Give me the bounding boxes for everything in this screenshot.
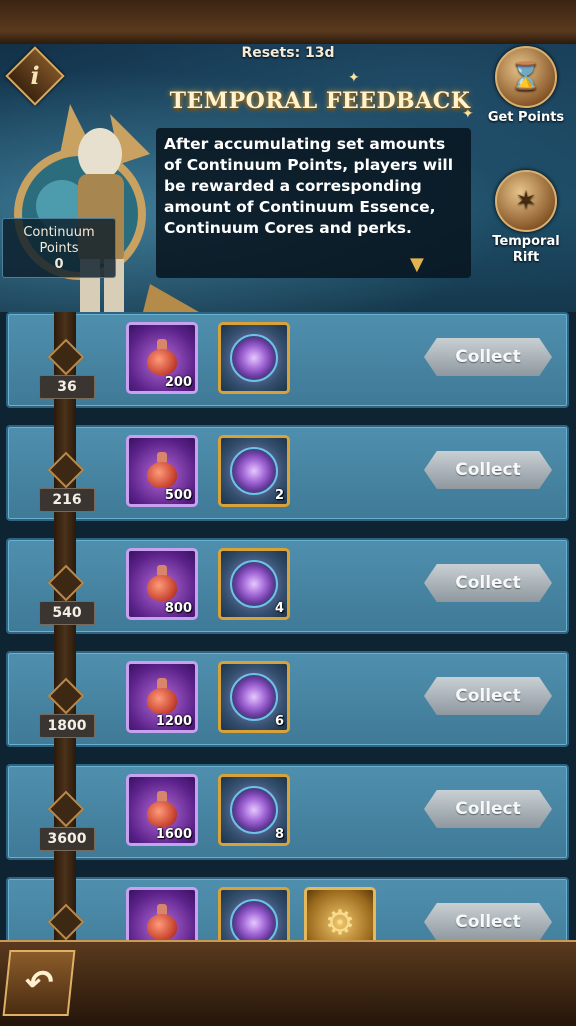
back-arrow-icon: ↶ bbox=[22, 963, 56, 1003]
continuum-essence-item[interactable]: 1600 bbox=[126, 774, 198, 846]
temporal-rift-button[interactable]: ✶ Temporal Rift bbox=[486, 170, 566, 266]
continuum-essence-item[interactable]: 1200 bbox=[126, 661, 198, 733]
gears-icon: ⚙ bbox=[324, 903, 356, 940]
milestone-threshold: 3600 bbox=[39, 827, 95, 851]
continuum-essence-item[interactable]: 800 bbox=[126, 548, 198, 620]
continuum-points-box: Continuum Points 0 bbox=[2, 218, 116, 278]
collect-button[interactable]: Collect bbox=[424, 451, 552, 489]
continuum-core-item[interactable]: 4 bbox=[218, 548, 290, 620]
temporal-rift-label: Temporal Rift bbox=[492, 234, 560, 265]
get-points-button[interactable]: ⌛ Get Points bbox=[486, 46, 566, 126]
description-text: After accumulating set amounts of Contin… bbox=[164, 135, 454, 237]
potion-icon bbox=[145, 791, 179, 829]
chevron-down-icon[interactable]: ▼ bbox=[410, 254, 424, 275]
continuum-points-value: 0 bbox=[54, 257, 64, 272]
milestone-threshold: 1800 bbox=[39, 714, 95, 738]
item-quantity: 200 bbox=[164, 375, 192, 390]
core-icon bbox=[230, 447, 278, 495]
potion-icon bbox=[145, 452, 179, 490]
core-icon bbox=[230, 334, 278, 382]
item-quantity: 4 bbox=[274, 601, 284, 616]
reward-list[interactable]: 36 200 Collect 216 500 2 Collect 540 800… bbox=[0, 312, 576, 940]
collect-button[interactable]: Collect bbox=[424, 338, 552, 376]
core-icon bbox=[230, 899, 278, 940]
get-points-label: Get Points bbox=[487, 110, 565, 125]
milestone-threshold: 540 bbox=[39, 601, 95, 625]
continuum-core-item[interactable] bbox=[218, 887, 290, 940]
potion-icon bbox=[145, 565, 179, 603]
continuum-essence-item[interactable]: 500 bbox=[126, 435, 198, 507]
potion-icon bbox=[145, 904, 179, 940]
milestone-threshold: 36 bbox=[39, 375, 95, 399]
continuum-core-item[interactable] bbox=[218, 322, 290, 394]
hourglass-icon: ⌛ bbox=[495, 46, 557, 108]
continuum-points-label: Continuum Points bbox=[23, 225, 95, 256]
item-quantity: 6 bbox=[274, 714, 284, 729]
continuum-core-item[interactable]: 2 bbox=[218, 435, 290, 507]
back-button[interactable]: ↶ bbox=[2, 950, 76, 1016]
continuum-core-item[interactable]: 6 bbox=[218, 661, 290, 733]
continuum-essence-item[interactable] bbox=[126, 887, 198, 940]
perk-item[interactable]: ⚙ bbox=[304, 887, 376, 940]
item-quantity: 2 bbox=[274, 488, 284, 503]
collect-button[interactable]: Collect bbox=[424, 677, 552, 715]
item-quantity: 8 bbox=[274, 827, 284, 842]
item-quantity: 1200 bbox=[155, 714, 192, 729]
collect-button[interactable]: Collect bbox=[424, 564, 552, 602]
item-quantity: 1600 bbox=[155, 827, 192, 842]
potion-icon bbox=[145, 678, 179, 716]
continuum-essence-item[interactable]: 200 bbox=[126, 322, 198, 394]
core-icon bbox=[230, 560, 278, 608]
top-bar bbox=[0, 0, 576, 46]
item-quantity: 500 bbox=[164, 488, 192, 503]
core-icon bbox=[230, 673, 278, 721]
core-icon bbox=[230, 786, 278, 834]
bottom-bar bbox=[0, 940, 576, 1026]
event-banner: Resets: 13d i ✦ ✦ TEMPORAL FEEDBACK Cont… bbox=[0, 44, 576, 312]
event-description: After accumulating set amounts of Contin… bbox=[156, 128, 471, 278]
astrolabe-icon: ✶ bbox=[495, 170, 557, 232]
continuum-core-item[interactable]: 8 bbox=[218, 774, 290, 846]
potion-icon bbox=[145, 339, 179, 377]
collect-button[interactable]: Collect bbox=[424, 903, 552, 940]
milestone-threshold: 216 bbox=[39, 488, 95, 512]
item-quantity: 800 bbox=[164, 601, 192, 616]
collect-button[interactable]: Collect bbox=[424, 790, 552, 828]
sparkle-icon: ✦ bbox=[348, 70, 360, 86]
